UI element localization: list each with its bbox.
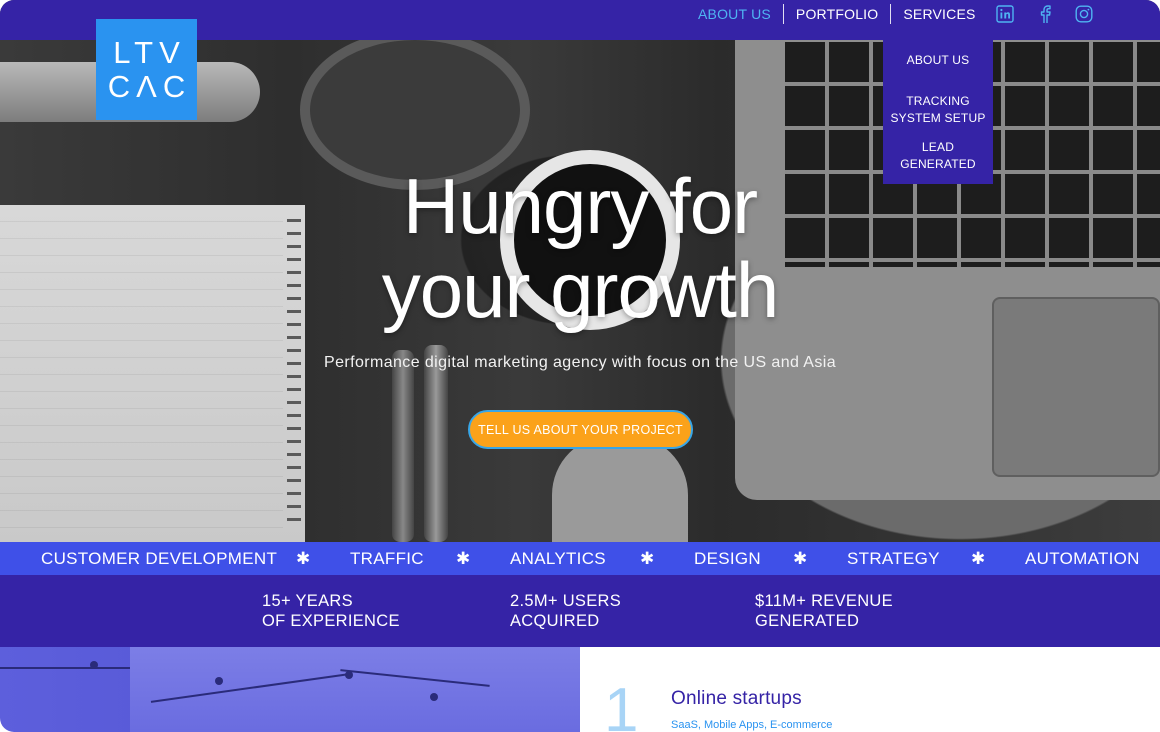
section-image — [0, 647, 580, 732]
hero-photo-pen — [392, 350, 414, 542]
ltv-cac-logo[interactable]: LTV CΛC — [96, 19, 197, 120]
asterisk-icon: ✱ — [971, 549, 986, 568]
hero-photo-trackpad — [992, 297, 1160, 477]
logo-line-1: LTV — [113, 34, 186, 70]
asterisk-icon: ✱ — [296, 549, 311, 568]
hero-subtitle: Performance digital marketing agency wit… — [324, 354, 836, 371]
hero-photo-mouse — [552, 435, 688, 542]
asterisk-icon: ✱ — [793, 549, 808, 568]
hero-title: Hungry for your growth — [381, 162, 780, 334]
dropdown-item-tracking-system-setup[interactable]: TRACKING SYSTEM SETUP — [883, 93, 993, 127]
ticker-item: ANALYTICS — [510, 549, 606, 568]
dropdown-item-about-us[interactable]: ABOUT US — [883, 52, 993, 69]
stat-years-experience: 15+ YEARS OF EXPERIENCE — [262, 592, 400, 630]
section-content — [580, 647, 1160, 732]
main-nav: ABOUT US PORTFOLIO SERVICES — [686, 0, 988, 28]
dropdown-item-lead-generated[interactable]: LEAD GENERATED — [883, 139, 993, 173]
asterisk-icon: ✱ — [456, 549, 471, 568]
tell-us-about-project-button[interactable]: TELL US ABOUT YOUR PROJECT — [468, 410, 693, 449]
ticker-item: CUSTOMER DEVELOPMENT — [41, 549, 278, 568]
stat-users-acquired: 2.5M+ USERS ACQUIRED — [510, 592, 622, 630]
linkedin-icon[interactable] — [995, 4, 1015, 24]
page: ABOUT US PORTFOLIO SERVICES LTV CΛC ABOU… — [0, 0, 1160, 732]
asterisk-icon: ✱ — [640, 549, 655, 568]
ticker-item: AUTOMATION — [1025, 549, 1140, 568]
section-subtitle: SaaS, Mobile Apps, E-commerce — [671, 719, 833, 731]
services-ticker: CUSTOMER DEVELOPMENT ✱ TRAFFIC ✱ ANALYTI… — [0, 542, 1160, 575]
nav-divider — [890, 4, 892, 24]
ticker-item: TRAFFIC — [350, 549, 424, 568]
stat-revenue-generated: $11M+ REVENUE GENERATED — [755, 592, 893, 630]
ticker-item: DESIGN — [694, 549, 761, 568]
nav-portfolio[interactable]: PORTFOLIO — [784, 4, 890, 24]
facebook-icon[interactable] — [1035, 4, 1055, 24]
nav-divider — [782, 4, 784, 24]
instagram-icon[interactable] — [1074, 4, 1094, 24]
logo-line-2: CΛC — [107, 68, 192, 104]
stats-bar: 15+ YEARS OF EXPERIENCE 2.5M+ USERS ACQU… — [0, 575, 1160, 647]
nav-services[interactable]: SERVICES — [891, 4, 987, 24]
nav-about-us[interactable]: ABOUT US — [686, 4, 783, 24]
ticker-item: STRATEGY — [847, 549, 940, 568]
hero-photo-notebook — [0, 205, 305, 542]
hero-photo-pen — [424, 345, 448, 542]
section-number: 1 — [604, 676, 639, 732]
services-dropdown-menu: ABOUT US TRACKING SYSTEM SETUP LEAD GENE… — [883, 40, 993, 184]
section-title: Online startups — [671, 688, 802, 709]
